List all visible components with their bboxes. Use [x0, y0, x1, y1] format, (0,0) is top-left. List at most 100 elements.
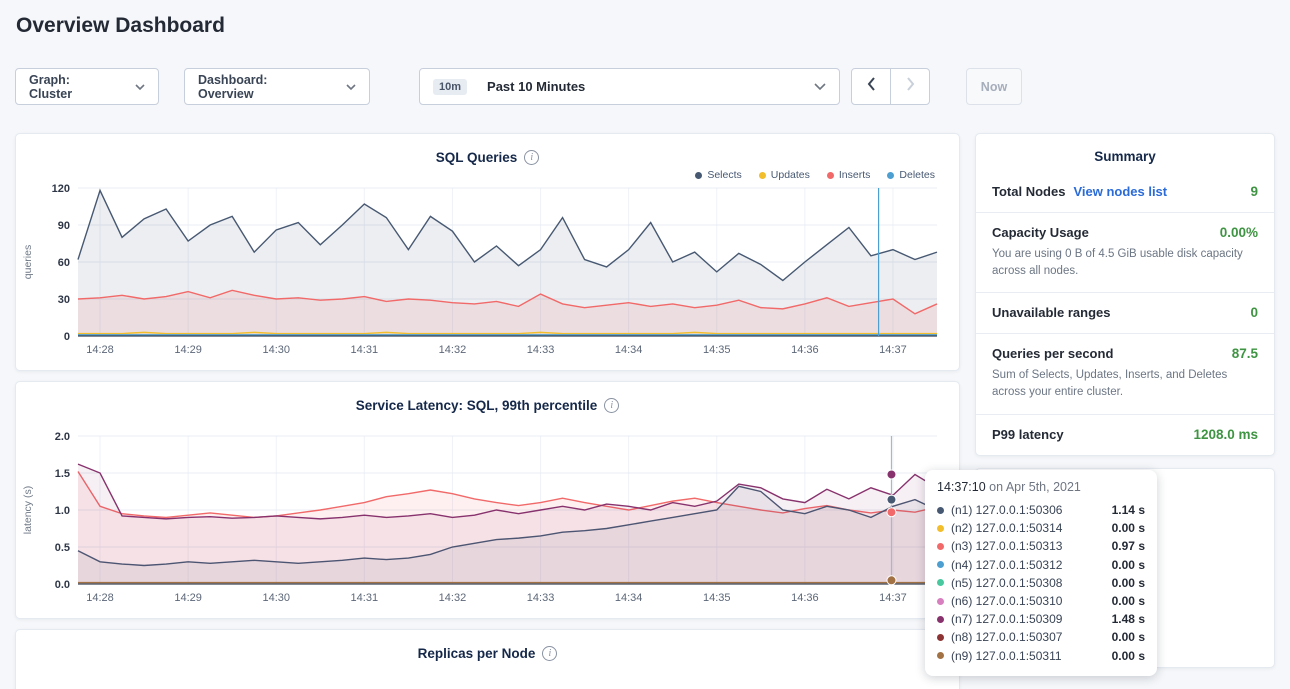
- replicas-panel: Replicas per Node i: [15, 629, 960, 689]
- graph-dropdown[interactable]: Graph: Cluster: [15, 68, 159, 105]
- svg-text:14:30: 14:30: [262, 592, 290, 604]
- sql-queries-canvas[interactable]: 14:2814:2914:3014:3114:3214:3314:3414:35…: [16, 182, 959, 362]
- svg-text:60: 60: [58, 257, 70, 269]
- chevron-down-icon: [814, 80, 826, 94]
- node-color-dot: [937, 579, 944, 586]
- svg-text:14:37: 14:37: [879, 592, 907, 604]
- node-address: (n2) 127.0.0.1:50314: [951, 521, 1104, 535]
- sql-queries-panel: SQL Queries i Selects Updates Inserts Delet…: [15, 133, 960, 371]
- tooltip-node-row: (n9) 127.0.0.1:503110.00 s: [937, 647, 1145, 665]
- summary-value: 0: [1250, 305, 1258, 320]
- legend-item-deletes: Deletes: [887, 168, 935, 182]
- info-icon[interactable]: i: [524, 150, 539, 165]
- info-icon[interactable]: i: [604, 398, 619, 413]
- dashboard-dropdown[interactable]: Dashboard: Overview: [184, 68, 370, 105]
- svg-text:0: 0: [64, 331, 70, 343]
- dashboard-dropdown-label: Dashboard: Overview: [198, 73, 326, 101]
- node-address: (n7) 127.0.0.1:50309: [951, 612, 1104, 626]
- summary-value: 1208.0 ms: [1193, 427, 1258, 442]
- summary-total-nodes: Total Nodes View nodes list 9: [976, 172, 1274, 212]
- chevron-down-icon: [346, 80, 356, 94]
- sql-legend: Selects Updates Inserts Deletes: [16, 166, 959, 182]
- node-color-dot: [937, 652, 944, 659]
- legend-item-selects: Selects: [695, 168, 741, 182]
- chevron-left-icon: [867, 77, 876, 96]
- svg-text:14:37: 14:37: [879, 344, 907, 356]
- summary-queries-per-second: Queries per second 87.5 Sum of Selects, …: [976, 333, 1274, 413]
- svg-text:120: 120: [52, 183, 70, 195]
- node-address: (n6) 127.0.0.1:50310: [951, 594, 1104, 608]
- node-color-dot: [937, 543, 944, 550]
- view-nodes-list-link[interactable]: View nodes list: [1073, 184, 1167, 199]
- legend-dot: [695, 172, 702, 179]
- chart-title: Service Latency: SQL, 99th percentile: [356, 398, 598, 413]
- svg-text:0.5: 0.5: [55, 542, 70, 554]
- svg-text:14:33: 14:33: [527, 344, 555, 356]
- svg-text:14:36: 14:36: [791, 592, 819, 604]
- svg-text:14:30: 14:30: [262, 344, 290, 356]
- summary-value: 87.5: [1232, 346, 1258, 361]
- node-address: (n3) 127.0.0.1:50313: [951, 539, 1104, 553]
- charts-column: SQL Queries i Selects Updates Inserts Delet…: [15, 133, 960, 689]
- node-address: (n8) 127.0.0.1:50307: [951, 630, 1104, 644]
- node-latency-value: 0.00 s: [1112, 521, 1145, 535]
- node-latency-value: 0.00 s: [1112, 594, 1145, 608]
- summary-panel: Summary Total Nodes View nodes list 9 Ca…: [975, 133, 1275, 456]
- svg-text:14:36: 14:36: [791, 344, 819, 356]
- svg-text:90: 90: [58, 220, 70, 232]
- node-latency-value: 1.48 s: [1112, 612, 1145, 626]
- time-prev-button[interactable]: [851, 68, 891, 105]
- svg-text:1.0: 1.0: [55, 505, 70, 517]
- svg-text:14:29: 14:29: [174, 592, 202, 604]
- chevron-right-icon: [906, 77, 915, 96]
- svg-text:1.5: 1.5: [55, 468, 70, 480]
- node-address: (n5) 127.0.0.1:50308: [951, 576, 1104, 590]
- svg-text:14:31: 14:31: [351, 344, 379, 356]
- time-next-button[interactable]: [890, 68, 930, 105]
- node-color-dot: [937, 507, 944, 514]
- chevron-down-icon: [135, 80, 145, 94]
- chart-title: SQL Queries: [436, 150, 518, 165]
- legend-item-updates: Updates: [759, 168, 810, 182]
- tooltip-node-row: (n8) 127.0.0.1:50307 0.00 s: [937, 628, 1145, 646]
- svg-text:14:32: 14:32: [439, 344, 467, 356]
- tooltip-node-row: (n2) 127.0.0.1:50314 0.00 s: [937, 519, 1145, 537]
- summary-label: Total Nodes: [992, 184, 1065, 199]
- summary-unavailable-ranges: Unavailable ranges 0: [976, 292, 1274, 333]
- service-latency-panel: Service Latency: SQL, 99th percentile i …: [15, 381, 960, 619]
- summary-value: 0.00%: [1220, 225, 1258, 240]
- svg-text:30: 30: [58, 294, 70, 306]
- chart-title: Replicas per Node: [418, 646, 536, 661]
- time-range-selector[interactable]: 10m Past 10 Minutes: [419, 68, 840, 105]
- summary-label: Unavailable ranges: [992, 305, 1111, 320]
- legend-dot: [887, 172, 894, 179]
- legend-dot: [759, 172, 766, 179]
- time-nav-group: [851, 68, 930, 105]
- svg-text:14:33: 14:33: [527, 592, 555, 604]
- now-button[interactable]: Now: [966, 68, 1022, 105]
- node-latency-value: 1.14 s: [1112, 503, 1145, 517]
- svg-text:14:35: 14:35: [703, 592, 731, 604]
- node-address: (n9) 127.0.0.1:50311: [951, 649, 1104, 663]
- summary-desc: You are using 0 B of 4.5 GiB usable disk…: [992, 246, 1258, 279]
- summary-label: Queries per second: [992, 346, 1113, 361]
- node-address: (n1) 127.0.0.1:50306: [951, 503, 1104, 517]
- svg-text:14:34: 14:34: [615, 344, 643, 356]
- svg-text:14:28: 14:28: [86, 592, 114, 604]
- summary-desc: Sum of Selects, Updates, Inserts, and De…: [992, 367, 1258, 400]
- service-latency-chart[interactable]: 14:2814:2914:3014:3114:3214:3314:3414:35…: [16, 430, 959, 615]
- tooltip-time: 14:37:10: [937, 480, 986, 494]
- page-title: Overview Dashboard: [16, 14, 225, 38]
- node-latency-value: 0.00 s: [1112, 630, 1145, 644]
- tooltip-node-row: (n5) 127.0.0.1:503080.00 s: [937, 574, 1145, 592]
- summary-value: 9: [1250, 184, 1258, 199]
- info-icon[interactable]: i: [542, 646, 557, 661]
- svg-text:2.0: 2.0: [55, 431, 70, 443]
- legend-item-inserts: Inserts: [827, 168, 871, 182]
- service-latency-canvas[interactable]: 14:2814:2914:3014:3114:3214:3314:3414:35…: [16, 430, 959, 610]
- sql-queries-chart[interactable]: 14:2814:2914:3014:3114:3214:3314:3414:35…: [16, 182, 959, 367]
- time-range-badge: 10m: [433, 79, 467, 95]
- time-range-label: Past 10 Minutes: [487, 79, 585, 94]
- tooltip-date: on Apr 5th, 2021: [986, 480, 1081, 494]
- node-latency-value: 0.00 s: [1112, 558, 1145, 572]
